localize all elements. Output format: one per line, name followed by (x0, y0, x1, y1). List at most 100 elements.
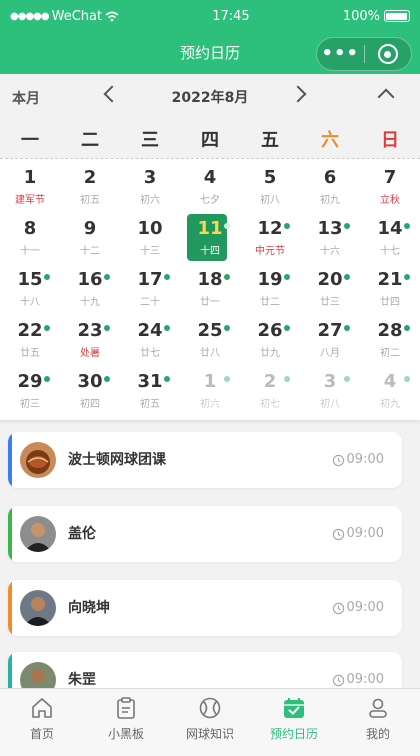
user-icon (369, 698, 387, 718)
calendar-day[interactable]: 5 初八 (240, 163, 300, 214)
calendar-day[interactable]: 25 廿八 (180, 316, 240, 367)
booking-dot (224, 223, 230, 229)
lunar-date: 初八 (320, 399, 340, 410)
booking-dot (404, 325, 410, 331)
day-number: 2 (263, 371, 277, 392)
day-number: 8 (23, 218, 37, 239)
clock-icon (332, 528, 344, 540)
wifi-icon (105, 11, 119, 21)
tab-booking-calendar[interactable]: 预约日历 (252, 689, 336, 756)
lunar-date: 初八 (260, 195, 280, 206)
day-number: 28 (377, 320, 403, 341)
calendar-day[interactable]: 15 十八 (0, 265, 60, 316)
lunar-date: 廿四 (380, 297, 400, 308)
calendar-day[interactable]: 1 建军节 (0, 163, 60, 214)
calendar-day[interactable]: 16 十九 (60, 265, 120, 316)
day-number: 25 (197, 320, 223, 341)
calendar-day[interactable]: 22 廿五 (0, 316, 60, 367)
appointment-card[interactable]: 波士顿网球团课 09:00 (8, 432, 402, 488)
day-number: 26 (257, 320, 283, 341)
appointment-time-text: 09:00 (346, 526, 384, 541)
calendar-day[interactable]: 8 十一 (0, 214, 60, 265)
calendar-day[interactable]: 18 廿一 (180, 265, 240, 316)
calendar-day[interactable]: 6 初九 (300, 163, 360, 214)
tab-label: 预约日历 (269, 727, 318, 741)
month-label: 2022年8月 (171, 90, 249, 106)
calendar-day[interactable]: 21 廿四 (360, 265, 420, 316)
calendar-day[interactable]: 23 处暑 (60, 316, 120, 367)
day-number: 10 (137, 218, 163, 239)
tab-profile[interactable]: 我的 (336, 689, 420, 756)
battery-percent: 100% (342, 8, 380, 24)
calendar-day[interactable]: 7 立秋 (360, 163, 420, 214)
calendar-day[interactable]: 26 廿九 (240, 316, 300, 367)
lunar-date: 八月 (320, 348, 340, 359)
booking-dot (104, 325, 110, 331)
appointment-card[interactable]: 向晓坤 09:00 (8, 580, 402, 636)
appointment-time-text: 09:00 (346, 452, 384, 467)
calendar-day[interactable]: 4 初九 (360, 367, 420, 418)
calendar-day[interactable]: 12 中元节 (240, 214, 300, 265)
calendar-day[interactable]: 13 十六 (300, 214, 360, 265)
day-number: 18 (197, 269, 223, 290)
calendar-day[interactable]: 30 初四 (60, 367, 120, 418)
day-number: 19 (257, 269, 283, 290)
calendar-day[interactable]: 28 初二 (360, 316, 420, 367)
booking-dot (224, 376, 230, 382)
calendar-header: 本月 2022年8月 一 二 三 四 五 六 日 (0, 74, 420, 160)
signal-icon: ●●●●● (10, 10, 50, 22)
calendar-check-icon (284, 698, 304, 718)
calendar-day[interactable]: 17 二十 (120, 265, 180, 316)
lunar-date: 十三 (140, 246, 160, 257)
booking-dot (164, 376, 170, 382)
tab-label: 网球知识 (185, 727, 234, 741)
tab-home[interactable]: 首页 (0, 689, 84, 756)
appointment-name: 波士顿网球团课 (68, 452, 166, 468)
appointment-card[interactable]: 盖伦 09:00 (8, 506, 402, 562)
booking-dot (104, 376, 110, 382)
lunar-date: 初九 (380, 399, 400, 410)
lunar-date: 廿七 (140, 348, 160, 359)
calendar-day[interactable]: 3 初六 (120, 163, 180, 214)
calendar-day[interactable]: 10 十三 (120, 214, 180, 265)
lunar-date: 初六 (200, 399, 220, 410)
calendar-day[interactable]: 2 初五 (60, 163, 120, 214)
calendar-day[interactable]: 3 初八 (300, 367, 360, 418)
calendar-day[interactable]: 20 廿三 (300, 265, 360, 316)
clock-icon (332, 674, 344, 686)
calendar-day[interactable]: 9 十二 (60, 214, 120, 265)
calendar-grid-panel: 1 建军节 2 初五 3 初六 4 七夕 5 初八 6 初九 7 立秋 8 十一 9 十二 10 十三 11 十四 12 中元… (0, 158, 420, 420)
day-number: 1 (203, 371, 217, 392)
day-number: 22 (17, 320, 43, 341)
calendar-day[interactable]: 27 八月 (300, 316, 360, 367)
day-number: 20 (317, 269, 343, 290)
more-icon[interactable]: ••• (317, 37, 364, 71)
calendar-day[interactable]: 24 廿七 (120, 316, 180, 367)
booking-dot (44, 376, 50, 382)
calendar-day[interactable]: 29 初三 (0, 367, 60, 418)
lunar-date: 初二 (380, 348, 400, 359)
clock: 17:45 (212, 8, 250, 24)
calendar-day[interactable]: 1 初六 (180, 367, 240, 418)
close-mini-program-button[interactable] (364, 44, 411, 64)
calendar-day[interactable]: 19 廿二 (240, 265, 300, 316)
calendar-day[interactable]: 14 十七 (360, 214, 420, 265)
day-number: 6 (323, 167, 337, 188)
tab-label: 我的 (365, 727, 390, 741)
day-number: 5 (263, 167, 277, 188)
weekday-label: 四 (201, 130, 219, 151)
booking-dot (44, 274, 50, 280)
lunar-date: 初九 (320, 195, 340, 206)
person-avatar (20, 590, 56, 626)
booking-dot (104, 274, 110, 280)
weekday-label: 六 (321, 130, 339, 151)
calendar-day[interactable]: 2 初七 (240, 367, 300, 418)
day-number: 17 (137, 269, 163, 290)
calendar-day-today[interactable]: 11 十四 (180, 214, 240, 265)
calendar-day[interactable]: 4 七夕 (180, 163, 240, 214)
calendar-day[interactable]: 31 初五 (120, 367, 180, 418)
day-number: 3 (143, 167, 157, 188)
card-accent-bar (8, 580, 12, 636)
tab-board[interactable]: 小黑板 (84, 689, 168, 756)
tab-tennis-knowledge[interactable]: 网球知识 (168, 689, 252, 756)
